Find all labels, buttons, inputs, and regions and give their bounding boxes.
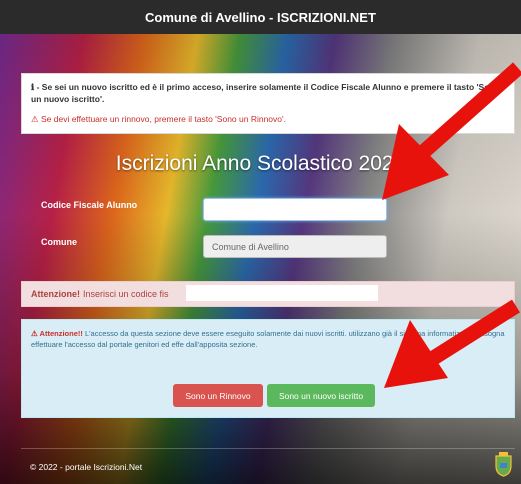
app-title-bar: Comune di Avellino - ISCRIZIONI.NET xyxy=(0,0,521,34)
codice-fiscale-input[interactable] xyxy=(203,198,387,221)
app-title: Comune di Avellino - ISCRIZIONI.NET xyxy=(145,9,376,25)
notice-text: L'accesso da questa sezione deve essere … xyxy=(31,329,505,349)
footer-divider xyxy=(21,448,515,449)
rinnovo-warning: ⚠ Se devi effettuare un rinnovo, premere… xyxy=(31,114,286,124)
alert-strong: Attenzione! xyxy=(31,289,80,299)
sono-un-rinnovo-button[interactable]: Sono un Rinnovo xyxy=(173,384,263,407)
info-text: ℹ - Se sei un nuovo iscritto ed è il pri… xyxy=(31,82,500,104)
page-title: Iscrizioni Anno Scolastico 2022 xyxy=(115,152,406,175)
comune-field: Comune di Avellino xyxy=(203,235,387,258)
sono-un-nuovo-iscritto-button[interactable]: Sono un nuovo iscritto xyxy=(267,384,375,407)
comune-label: Comune xyxy=(41,237,77,247)
notice-strong: ⚠ Attenzione!! xyxy=(31,329,83,338)
city-crest-icon xyxy=(495,452,512,477)
info-box: ℹ - Se sei un nuovo iscritto ed è il pri… xyxy=(21,73,515,134)
alert-text: Inserisci un codice fis xyxy=(83,289,169,299)
codice-fiscale-label: Codice Fiscale Alunno xyxy=(41,200,138,210)
footer-text: © 2022 - portale Iscrizioni.Net xyxy=(30,462,143,472)
